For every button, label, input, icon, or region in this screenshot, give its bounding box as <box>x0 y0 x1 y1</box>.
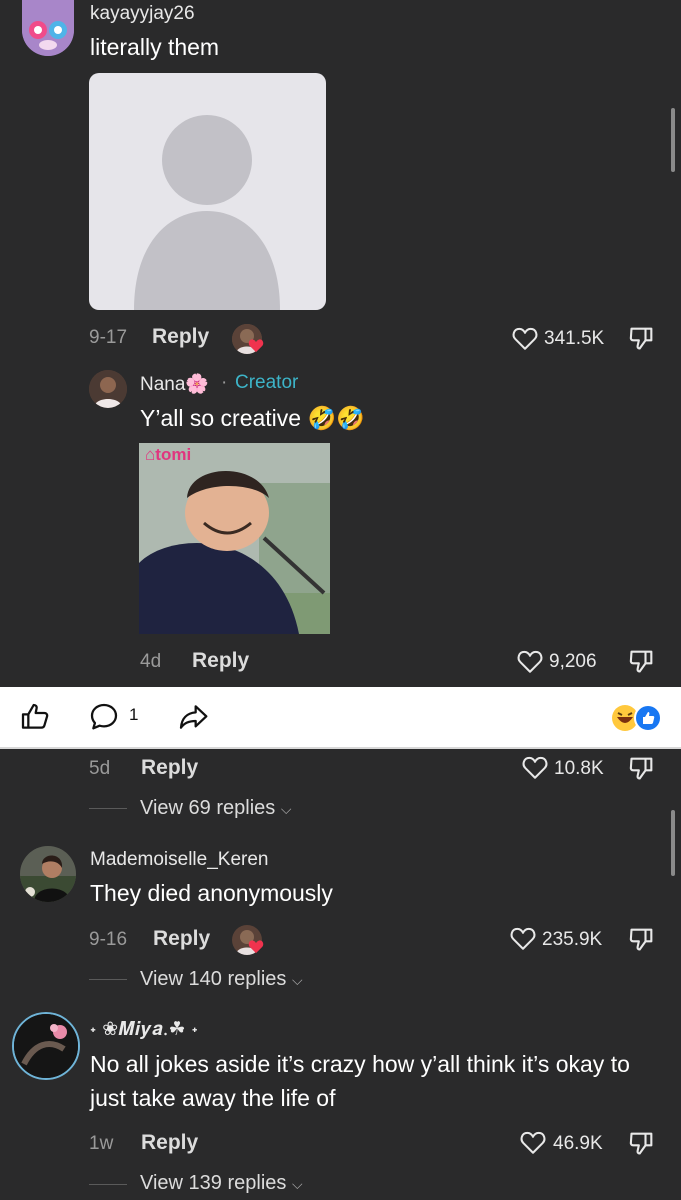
heart-icon[interactable] <box>511 326 539 351</box>
creator-avatar[interactable] <box>89 370 127 408</box>
like-count: 235.9K <box>542 929 603 950</box>
reactions-summary[interactable] <box>610 703 664 733</box>
dislike-icon[interactable] <box>628 647 656 675</box>
chevron-down-icon: ⌵ <box>280 801 292 817</box>
view-replies-label: View 140 replies <box>140 968 287 990</box>
chevron-down-icon: ⌵ <box>291 972 303 988</box>
user-avatar[interactable] <box>22 0 74 56</box>
scrollbar-thumb[interactable] <box>671 108 675 172</box>
post-action-bar: 1 <box>0 687 681 749</box>
dislike-icon[interactable] <box>628 754 656 782</box>
like-count: 46.9K <box>553 1133 603 1154</box>
reply-button[interactable]: Reply <box>141 756 198 780</box>
reply-button[interactable]: Reply <box>153 927 210 951</box>
dislike-icon[interactable] <box>628 324 656 352</box>
like-thumb-icon[interactable] <box>19 701 51 733</box>
creator-badge: Creator <box>235 372 299 393</box>
reply-sticker-image[interactable]: ⌂tomi <box>139 443 330 634</box>
like-count: 341.5K <box>544 328 605 349</box>
reply-button[interactable]: Reply <box>141 1131 198 1155</box>
thread-line <box>89 808 127 809</box>
user-avatar[interactable] <box>20 846 76 902</box>
comment-text: No all jokes aside it’s crazy how y’all … <box>90 1051 630 1111</box>
view-replies-label: View 139 replies <box>140 1172 287 1194</box>
view-replies-link[interactable]: View 69 replies ⌵ <box>140 797 291 820</box>
thread-line <box>89 979 127 980</box>
like-reaction-icon <box>634 704 662 732</box>
separator-dot: · <box>221 372 228 393</box>
dislike-icon[interactable] <box>628 925 656 953</box>
view-replies-link[interactable]: View 139 replies ⌵ <box>140 1172 303 1195</box>
heart-badge-icon <box>248 339 264 353</box>
chevron-down-icon: ⌵ <box>291 1176 303 1192</box>
comment-count: 1 <box>129 705 139 724</box>
comment-username[interactable]: ˖ ❀𝑴𝒊𝒚𝒂.☘︎ ˖ <box>90 1018 198 1040</box>
comment-username[interactable]: kayayyjay26 <box>90 3 195 25</box>
heart-icon[interactable] <box>519 1130 547 1155</box>
heart-badge-icon <box>248 940 264 954</box>
creator-reply-date: 4d <box>140 651 162 672</box>
creator-reply-text: Y’all so creative 🤣🤣 <box>140 405 365 431</box>
view-replies-label: View 69 replies <box>140 797 276 819</box>
sticker-brand-label: ⌂tomi <box>145 445 192 464</box>
comment-date: 9-17 <box>89 327 128 348</box>
thread-line <box>89 1184 127 1185</box>
heart-icon[interactable] <box>516 649 544 674</box>
reply-button[interactable]: Reply <box>192 649 249 673</box>
comment-bubble-icon[interactable] <box>88 701 120 733</box>
scrollbar-thumb[interactable] <box>671 810 675 876</box>
user-avatar[interactable] <box>12 1012 80 1080</box>
comment-text: They died anonymously <box>90 880 333 906</box>
comment-username[interactable]: Mademoiselle_Keren <box>90 849 269 871</box>
comment-date: 5d <box>89 758 111 779</box>
view-replies-link[interactable]: View 140 replies ⌵ <box>140 968 303 991</box>
creator-username[interactable]: Nana🌸 <box>140 372 209 396</box>
reply-button[interactable]: Reply <box>152 325 209 349</box>
comment-text: literally them <box>90 34 220 60</box>
comment-date: 9-16 <box>89 929 128 950</box>
like-count: 10.8K <box>554 758 604 779</box>
comment-image[interactable] <box>89 73 326 310</box>
default-profile-icon <box>134 115 280 310</box>
heart-icon[interactable] <box>509 926 537 951</box>
comment-date: 1w <box>89 1133 114 1154</box>
like-count: 9,206 <box>549 651 597 672</box>
heart-icon[interactable] <box>521 755 549 780</box>
share-icon[interactable] <box>177 701 209 733</box>
dislike-icon[interactable] <box>628 1129 656 1157</box>
brand-logo-icon: ⌂ <box>145 445 156 464</box>
